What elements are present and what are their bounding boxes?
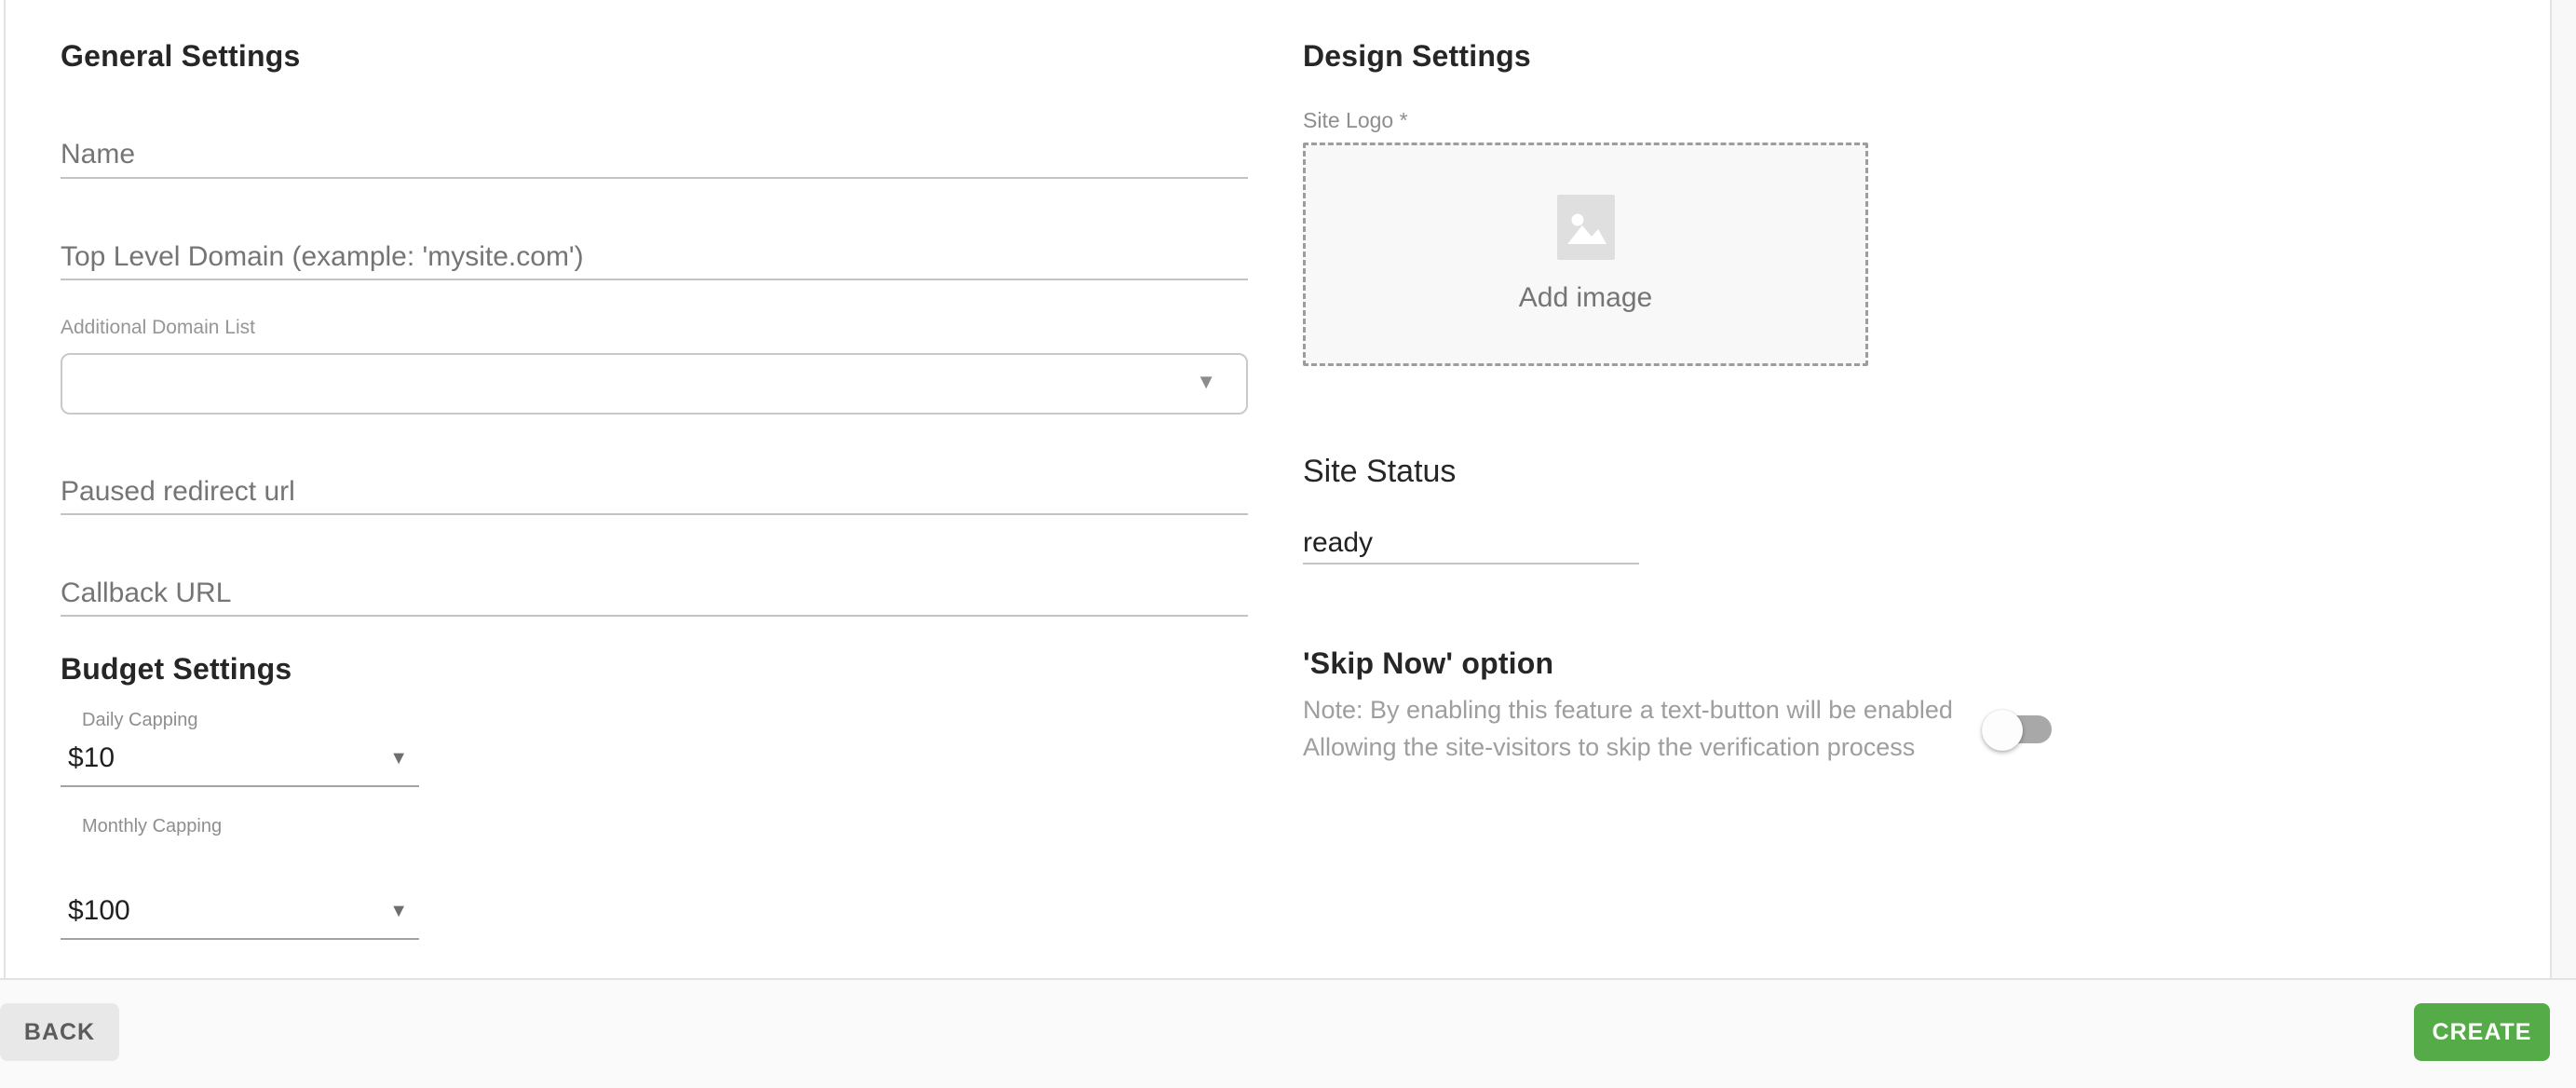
skip-now-note-line1: Note: By enabling this feature a text-bu… (1303, 691, 1953, 728)
general-settings-heading: General Settings (61, 39, 301, 74)
daily-capping-select[interactable]: $10 ▼ (61, 741, 419, 787)
site-status-input[interactable] (1303, 524, 1639, 563)
site-logo-dropzone[interactable]: Add image (1303, 143, 1868, 366)
additional-domain-list-select[interactable]: ▼ (61, 353, 1248, 415)
site-status-field-wrapper (1303, 524, 1639, 564)
dropdown-arrow-icon: ▼ (389, 748, 408, 769)
monthly-capping-label: Monthly Capping (82, 816, 222, 837)
site-status-heading: Site Status (1303, 454, 1456, 490)
daily-capping-label: Daily Capping (82, 710, 198, 731)
dropdown-arrow-icon: ▼ (1196, 370, 1216, 394)
paused-redirect-url-input[interactable] (61, 469, 1248, 513)
top-level-domain-field-wrapper (61, 235, 1248, 280)
dropdown-arrow-icon: ▼ (389, 901, 408, 922)
site-settings-page: General Settings Additional Domain List … (0, 0, 2576, 1088)
top-level-domain-input[interactable] (61, 235, 1248, 279)
skip-now-toggle[interactable] (1982, 710, 2053, 753)
image-placeholder-icon (1557, 195, 1615, 260)
skip-now-option-heading: 'Skip Now' option (1303, 646, 1553, 681)
paused-redirect-url-field-wrapper (61, 469, 1248, 515)
site-logo-label: Site Logo * (1303, 108, 1408, 133)
page-left-border (4, 0, 6, 978)
name-input[interactable] (61, 131, 1248, 177)
budget-settings-heading: Budget Settings (61, 652, 291, 687)
back-button[interactable]: BACK (0, 1003, 119, 1061)
toggle-thumb[interactable] (1982, 710, 2023, 751)
skip-now-note-line2: Allowing the site-visitors to skip the v… (1303, 728, 1915, 766)
scrollbar-track[interactable] (2550, 0, 2576, 978)
footer-bar (0, 978, 2576, 1088)
add-image-label: Add image (1519, 282, 1652, 314)
callback-url-input[interactable] (61, 571, 1248, 615)
additional-domain-list-label: Additional Domain List (61, 317, 255, 339)
create-button[interactable]: CREATE (2414, 1003, 2550, 1061)
monthly-capping-select[interactable]: $100 ▼ (61, 893, 419, 940)
design-settings-heading: Design Settings (1303, 39, 1531, 74)
monthly-capping-value: $100 (68, 895, 130, 927)
callback-url-field-wrapper (61, 571, 1248, 617)
daily-capping-value: $10 (68, 742, 115, 774)
name-field-wrapper (61, 131, 1248, 179)
